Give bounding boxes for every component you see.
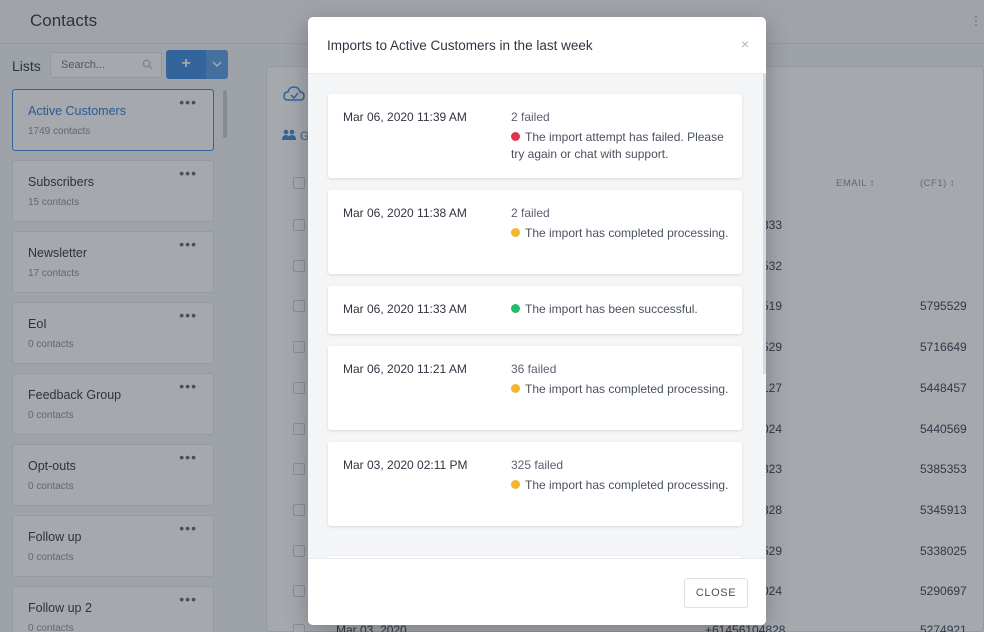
import-entry: Mar 06, 2020 11:39 AM 2 failed The import … bbox=[328, 94, 742, 178]
status-dot-icon bbox=[511, 304, 520, 313]
modal-scrollbar[interactable] bbox=[763, 74, 766, 374]
modal-title: Imports to Active Customers in the last … bbox=[327, 38, 593, 53]
import-date: Mar 06, 2020 11:38 AM bbox=[343, 206, 467, 220]
failed-count: 2 failed bbox=[511, 206, 550, 220]
failed-count: 36 failed bbox=[511, 362, 557, 376]
status-message: The import has completed processing. bbox=[525, 382, 729, 396]
import-status: The import has been successful. bbox=[511, 301, 731, 318]
modal-body: Mar 06, 2020 11:39 AM 2 failed The import … bbox=[308, 74, 766, 558]
import-date: Mar 06, 2020 11:39 AM bbox=[343, 110, 467, 124]
status-dot-icon bbox=[511, 228, 520, 237]
import-entry: Mar 06, 2020 11:38 AM 2 failed The import … bbox=[328, 190, 742, 274]
status-message: The import has completed processing. bbox=[525, 478, 729, 492]
import-entry: Mar 03, 2020 02:11 PM 325 failed The impor… bbox=[328, 442, 742, 526]
import-date: Mar 03, 2020 02:11 PM bbox=[343, 458, 468, 472]
imports-modal: Imports to Active Customers in the last … bbox=[308, 17, 766, 625]
status-dot-icon bbox=[511, 384, 520, 393]
import-status: The import attempt has failed. Please tr… bbox=[511, 129, 731, 163]
status-dot-icon bbox=[511, 480, 520, 489]
failed-count: 325 failed bbox=[511, 458, 564, 472]
modal-header: Imports to Active Customers in the last … bbox=[308, 17, 766, 74]
failed-count: 2 failed bbox=[511, 110, 550, 124]
import-entry: Mar 06, 2020 11:21 AM 36 failed The import… bbox=[328, 346, 742, 430]
modal-footer: CLOSE bbox=[308, 558, 766, 625]
status-dot-icon bbox=[511, 132, 520, 141]
import-status: The import has completed processing. bbox=[511, 225, 731, 242]
import-status: The import has completed processing. bbox=[511, 381, 731, 398]
import-date: Mar 06, 2020 11:33 AM bbox=[343, 302, 467, 316]
status-message: The import attempt has failed. Please tr… bbox=[511, 130, 724, 161]
import-entry: Mar 06, 2020 11:33 AM The import has been… bbox=[328, 286, 742, 334]
import-date: Mar 06, 2020 11:21 AM bbox=[343, 362, 467, 376]
close-icon[interactable]: × bbox=[741, 36, 749, 52]
close-button[interactable]: CLOSE bbox=[684, 578, 748, 608]
import-status: The import has completed processing. bbox=[511, 477, 731, 494]
status-message: The import has been successful. bbox=[525, 302, 698, 316]
status-message: The import has completed processing. bbox=[525, 226, 729, 240]
